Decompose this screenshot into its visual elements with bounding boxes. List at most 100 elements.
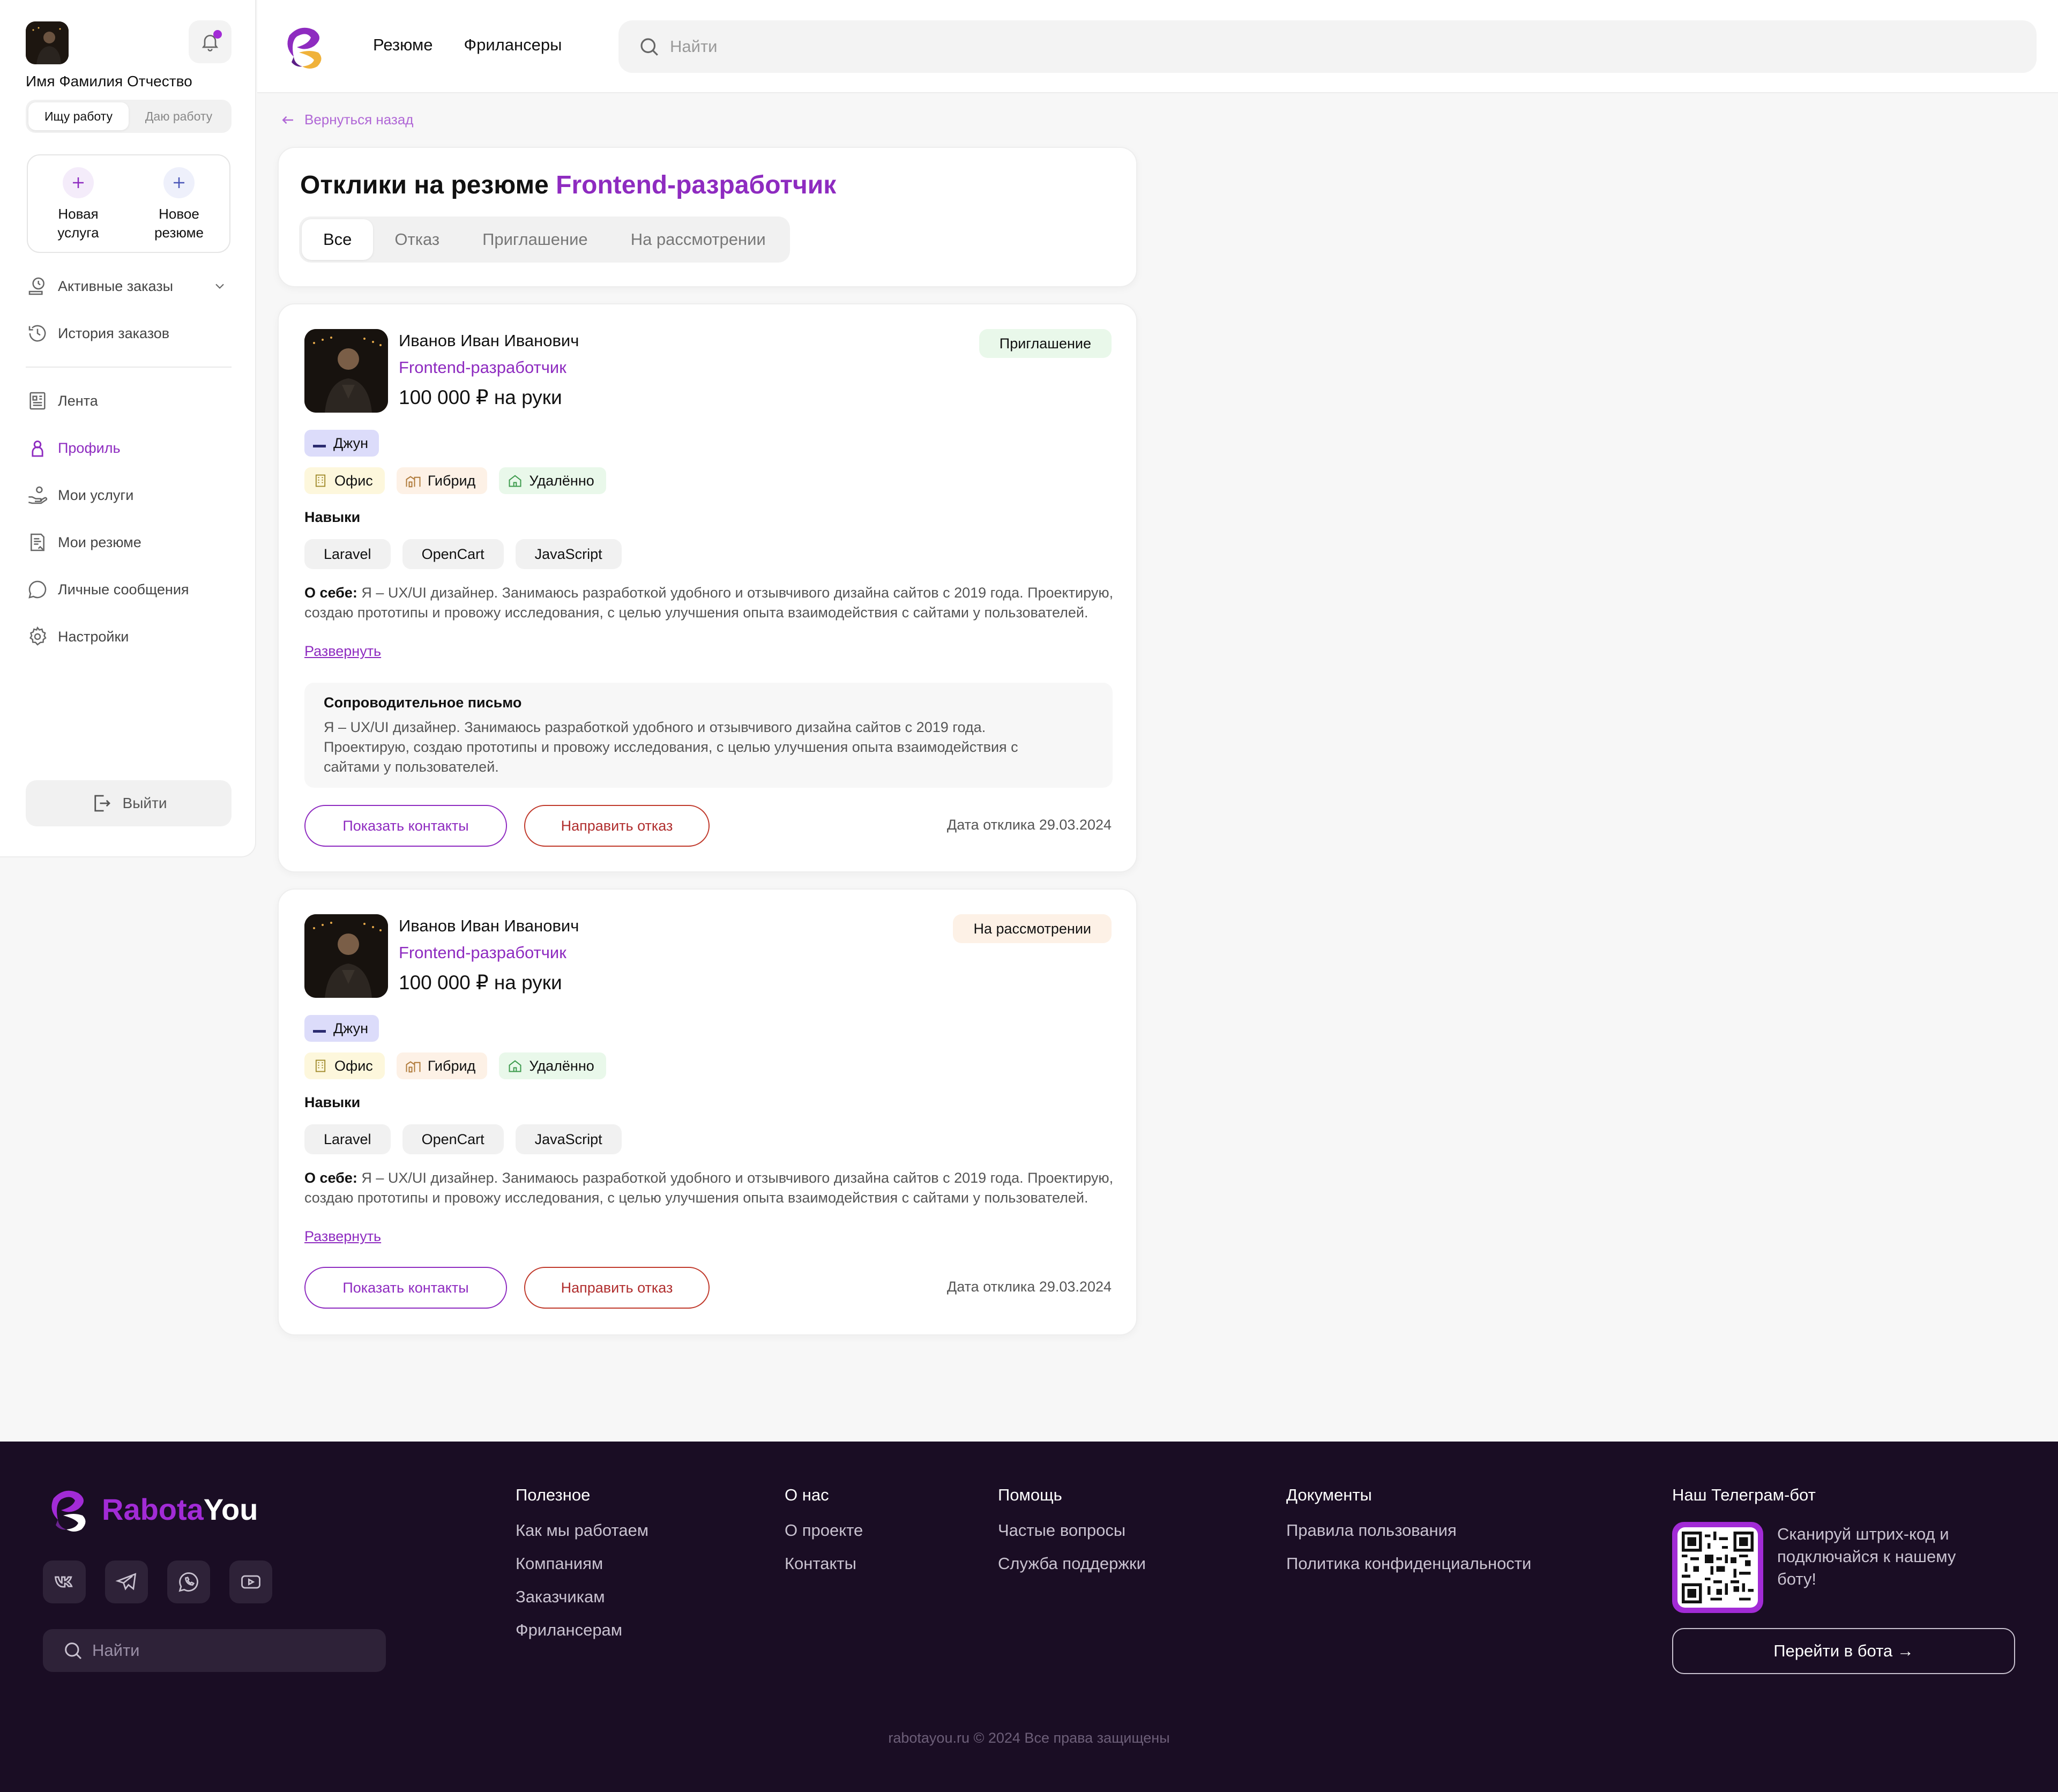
building-icon [313, 473, 328, 488]
footer-col-help: Помощь Частые вопросы Служба поддержки [998, 1485, 1146, 1587]
footer-link[interactable]: О проекте [785, 1521, 863, 1540]
sidebar-item-messages[interactable]: Личные сообщения [26, 566, 232, 613]
divider [26, 367, 232, 368]
search-bar[interactable] [618, 20, 2037, 73]
logout-icon [91, 792, 113, 815]
youtube-icon[interactable] [229, 1560, 272, 1603]
expand-link[interactable]: Развернуть [304, 1228, 381, 1245]
response-date: Дата отклика 29.03.2024 [946, 817, 1112, 833]
footer-link[interactable]: Заказчикам [516, 1587, 648, 1607]
telegram-bot-button[interactable]: Перейти в бота → [1672, 1628, 2015, 1674]
search-input[interactable] [670, 37, 1956, 56]
logo[interactable] [279, 19, 332, 73]
footer-link[interactable]: Правила пользования [1286, 1521, 1531, 1540]
new-resume-button[interactable]: Новое резюме [139, 167, 219, 252]
mode-give-work[interactable]: Даю работу [129, 102, 229, 130]
history-icon [26, 322, 49, 345]
sidebar-item-profile[interactable]: Профиль [26, 424, 232, 472]
telegram-icon[interactable] [105, 1560, 148, 1603]
brand-name: RabotaYou [102, 1492, 258, 1527]
sidebar-item-my-services[interactable]: Мои услуги [26, 472, 232, 519]
whatsapp-icon[interactable] [167, 1560, 210, 1603]
resume-icon [26, 531, 49, 554]
title-card: Отклики на резюме Frontend-разработчик В… [278, 147, 1137, 287]
mode-seek-work[interactable]: Ищу работу [28, 102, 129, 130]
tab-under-review[interactable]: На рассмотрении [609, 219, 787, 260]
tab-all[interactable]: Все [302, 219, 374, 260]
format-label: Офис [334, 472, 373, 489]
plus-icon [63, 167, 94, 198]
candidate-photo[interactable] [304, 914, 388, 998]
copyright: rabotayou.ru © 2024 Все права защищены [888, 1730, 1170, 1746]
vk-icon[interactable] [43, 1560, 86, 1603]
footer-link[interactable]: Контакты [785, 1554, 863, 1573]
about-label: О себе: [304, 585, 357, 601]
sidebar-item-label: Активные заказы [58, 278, 174, 294]
back-link[interactable]: Вернуться назад [280, 111, 413, 128]
logout-button[interactable]: Выйти [26, 780, 232, 826]
format-hybrid: Гибрид [396, 1052, 488, 1079]
skill-tag: JavaScript [515, 539, 622, 569]
reject-button[interactable]: Направить отказ [524, 1267, 710, 1309]
format-office: Офис [304, 467, 385, 494]
logo-icon [43, 1482, 96, 1536]
footer-col-documents: Документы Правила пользования Политика к… [1286, 1485, 1531, 1587]
candidate-role[interactable]: Frontend-разработчик [399, 358, 566, 377]
nav-link-resumes[interactable]: Резюме [373, 35, 433, 55]
sidebar-item-active-orders[interactable]: Активные заказы [26, 263, 232, 310]
expand-link[interactable]: Развернуть [304, 643, 381, 660]
chevron-down-icon[interactable] [212, 279, 227, 297]
about-body: Я – UX/UI дизайнер. Занимаюсь разработко… [304, 1170, 1114, 1206]
new-service-label: Новая услуга [57, 206, 99, 241]
sidebar-item-feed[interactable]: Лента [26, 377, 232, 424]
footer-link[interactable]: Служба поддержки [998, 1554, 1146, 1573]
sidebar-item-label: Мои резюме [58, 534, 141, 550]
sidebar-item-order-history[interactable]: История заказов [26, 310, 232, 357]
page-title-accent[interactable]: Frontend-разработчик [556, 171, 836, 199]
candidate-name[interactable]: Иванов Иван Иванович [399, 916, 579, 936]
arrow-left-icon [280, 112, 296, 128]
footer-col-useful: Полезное Как мы работаем Компаниям Заказ… [516, 1485, 648, 1654]
reject-button[interactable]: Направить отказ [524, 805, 710, 847]
footer-link[interactable]: Фрилансерам [516, 1621, 648, 1640]
skills-title: Навыки [304, 1094, 361, 1110]
response-card: Иванов Иван Иванович Frontend-разработчи… [278, 888, 1137, 1335]
new-service-button[interactable]: Новая услуга [38, 167, 118, 252]
footer-logo[interactable]: RabotaYou [43, 1482, 258, 1536]
show-contacts-button[interactable]: Показать контакты [304, 1267, 507, 1309]
gear-icon [26, 625, 49, 648]
footer-link[interactable]: Компаниям [516, 1554, 648, 1573]
sidebar-item-my-resumes[interactable]: Мои резюме [26, 519, 232, 566]
sidebar-item-settings[interactable]: Настройки [26, 613, 232, 660]
building-icon [313, 1058, 328, 1073]
user-icon [26, 436, 49, 460]
notifications-button[interactable] [189, 20, 232, 63]
skill-tag: OpenCart [402, 1124, 504, 1154]
footer-link[interactable]: Политика конфиденциальности [1286, 1554, 1531, 1573]
level-bar-icon [313, 444, 326, 447]
candidate-name[interactable]: Иванов Иван Иванович [399, 331, 579, 350]
format-remote: Удалённо [499, 467, 606, 494]
work-formats: Офис Гибрид Удалённо [304, 467, 606, 494]
show-contacts-button[interactable]: Показать контакты [304, 805, 507, 847]
candidate-photo[interactable] [304, 329, 388, 413]
nav-link-freelancers[interactable]: Фрилансеры [464, 35, 562, 55]
skills-list: Laravel OpenCart JavaScript [304, 539, 622, 569]
filter-tabs: Все Отказ Приглашение На рассмотрении [299, 216, 790, 263]
footer-search[interactable] [43, 1629, 386, 1672]
footer-link[interactable]: Частые вопросы [998, 1521, 1146, 1540]
level-label: Джун [333, 435, 369, 451]
tab-rejected[interactable]: Отказ [373, 219, 461, 260]
footer-col-title: Документы [1286, 1485, 1372, 1504]
clipboard-clock-icon [26, 274, 49, 298]
page-title-prefix: Отклики на резюме [300, 171, 549, 199]
footer-search-input[interactable] [92, 1641, 306, 1660]
search-icon [638, 35, 660, 58]
avatar[interactable] [26, 21, 69, 64]
candidate-role[interactable]: Frontend-разработчик [399, 943, 566, 962]
footer-link[interactable]: Как мы работаем [516, 1521, 648, 1540]
brand-part2: You [203, 1492, 258, 1526]
sidebar: Имя Фамилия Отчество Ищу работу Даю рабо… [0, 0, 256, 857]
skill-tag: JavaScript [515, 1124, 622, 1154]
tab-invitation[interactable]: Приглашение [461, 219, 609, 260]
